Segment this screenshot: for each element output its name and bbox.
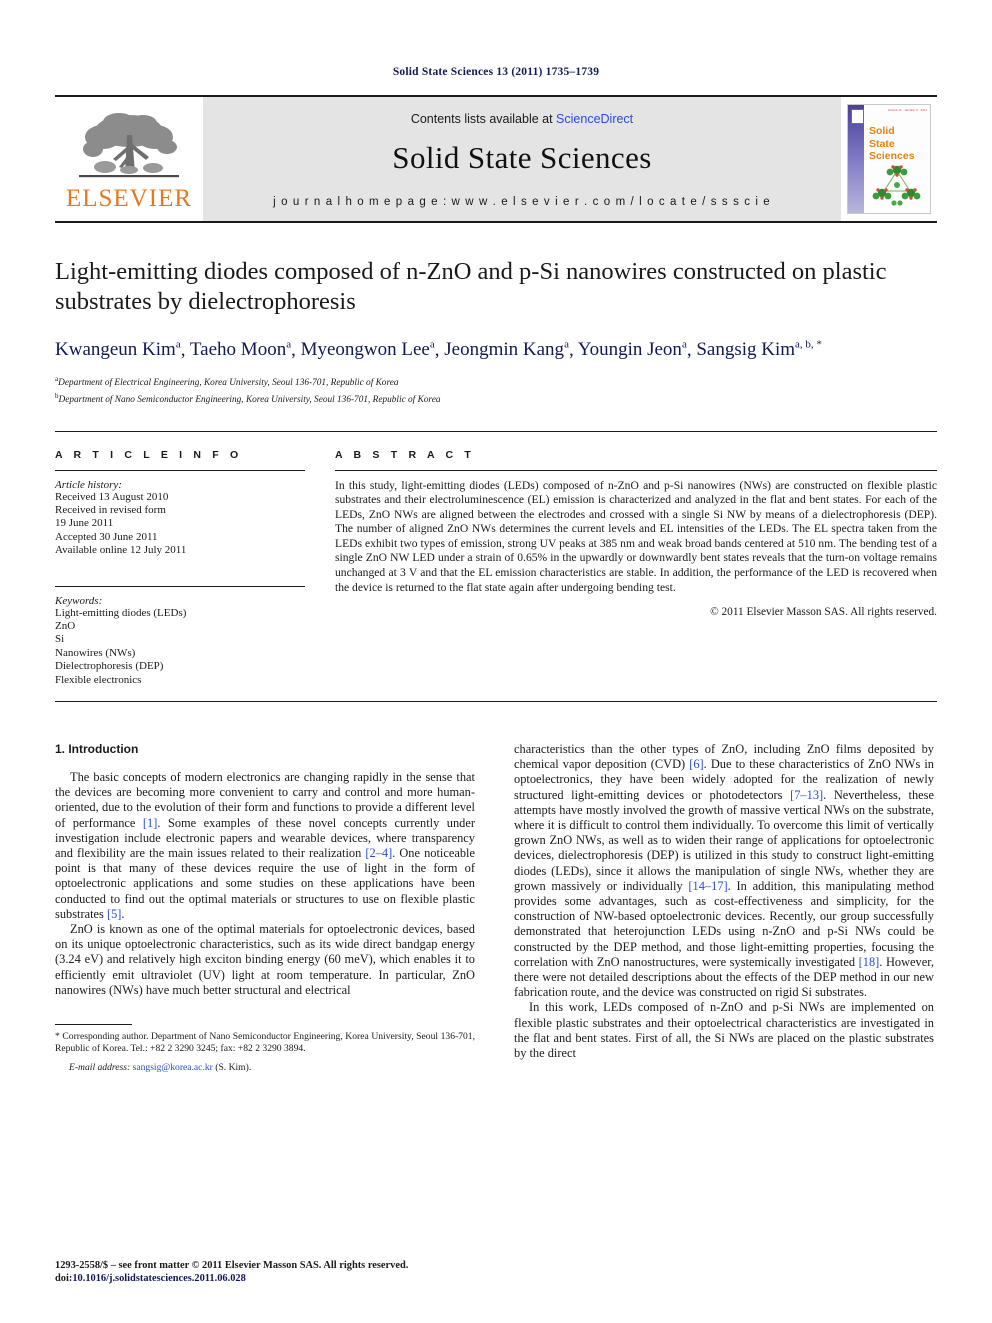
author-list: Kwangeun Kima, Taeho Moona, Myeongwon Le… [55, 339, 822, 361]
journal-title: Solid State Sciences [392, 140, 652, 175]
article-info-heading: A R T I C L E I N F O [55, 448, 243, 461]
abstract-text: In this study, light-emitting diodes (LE… [335, 478, 937, 594]
elsevier-logo: ELSEVIER [55, 97, 203, 221]
affiliation-a: aDepartment of Electrical Engineering, K… [55, 375, 399, 389]
info-abstract-band: A R T I C L E I N F O Article history: R… [55, 430, 937, 687]
cover-issue-tag: Volume 13 · Number 9 · 2011 [887, 109, 927, 112]
article-history-2: 19 June 2011 [55, 517, 114, 530]
abstract-bottom-rule [55, 700, 937, 702]
paragraph-right-1: characteristics than the other types of … [514, 741, 934, 1000]
contents-prefix: Contents lists available at [410, 112, 557, 126]
paragraph-right-2: In this work, LEDs composed of n-ZnO and… [514, 1000, 934, 1061]
footnote-rule [55, 1024, 132, 1026]
keywords-label: Keywords: [55, 594, 103, 607]
paragraph-left-1: The basic concepts of modern electronics… [55, 769, 475, 921]
footnote-block: * Corresponding author. Department of Na… [55, 1024, 475, 1073]
article-history-1: Received in revised form [55, 503, 166, 516]
journal-article-page: Solid State Sciences 13 (2011) 1735–1739 [0, 0, 992, 1323]
paragraph-left-2: ZnO is known as one of the optimal mater… [55, 922, 475, 997]
author-5: Sangsig Kima, b, * [696, 339, 822, 361]
journal-masthead: ELSEVIER Contents lists available at Sci… [55, 95, 937, 221]
journal-homepage-line[interactable]: j o u r n a l h o m e p a g e : w w w . … [273, 196, 771, 208]
email-note: E-mail address: sangsig@korea.ac.kr (S. … [55, 1062, 475, 1073]
article-history-0: Received 13 August 2010 [55, 490, 169, 503]
abstract-column: A B S T R A C T In this study, light-emi… [335, 449, 937, 687]
cover-title-line1: Solid [869, 125, 895, 137]
author-5-marks: a, b, * [795, 339, 822, 351]
contents-available-line: Contents lists available at ScienceDirec… [411, 112, 633, 126]
author-1: Taeho Moona [189, 339, 292, 361]
author-0-marks: a [175, 339, 181, 351]
journal-cover-thumbnail: Volume 13 · Number 9 · 2011 Solid State … [841, 97, 937, 221]
cover-title-line3: Sciences [869, 150, 915, 162]
keyword-5: Flexible electronics [55, 673, 142, 686]
corresponding-author-note: * Corresponding author. Department of Na… [55, 1031, 475, 1055]
author-4-marks: a [681, 339, 687, 351]
citation-18[interactable]: [18] [859, 955, 880, 969]
abstract-rule [335, 469, 937, 471]
citation-5[interactable]: [5] [107, 907, 121, 921]
elsevier-tree-icon [79, 113, 179, 178]
masthead-bottom-rule [55, 221, 937, 223]
body-right-column: characteristics than the other types of … [514, 742, 934, 1073]
doi-label: doi: [55, 1273, 73, 1284]
abstract-heading: A B S T R A C T [335, 448, 475, 461]
cover-title: Solid State Sciences [869, 125, 915, 163]
article-history-label: Article history: [55, 478, 122, 491]
citation-2-4[interactable]: [2–4] [365, 846, 392, 860]
keyword-1: ZnO [55, 619, 76, 632]
keywords-rule [55, 585, 305, 587]
body-left-column: 1. Introduction The basic concepts of mo… [55, 742, 475, 1073]
affiliation-b: bDepartment of Nano Semiconductor Engine… [55, 391, 441, 406]
doi-line: doi:10.1016/j.solidstatesciences.2011.06… [55, 1272, 485, 1285]
author-2-marks: a [429, 339, 435, 351]
page-title: Light-emitting diodes composed of n-ZnO … [55, 258, 887, 315]
article-info-rule [55, 469, 305, 471]
citation-7-13[interactable]: [7–13] [790, 788, 823, 802]
email-link[interactable]: sangsig@korea.ac.kr [133, 1062, 213, 1073]
article-info-column: A R T I C L E I N F O Article history: R… [55, 449, 305, 687]
masthead-center: Contents lists available at ScienceDirec… [203, 97, 841, 221]
author-0: Kwangeun Kima [55, 339, 181, 361]
issn-doi-footer: 1293-2558/$ – see front matter © 2011 El… [55, 1259, 485, 1285]
author-3-marks: a [564, 339, 569, 351]
article-history-3: Accepted 30 June 2011 [55, 530, 158, 543]
author-4: Youngin Jeona [577, 339, 687, 361]
keyword-4: Dielectrophoresis (DEP) [55, 660, 164, 673]
author-3: Jeongmin Kanga [444, 339, 569, 361]
cover-card: Volume 13 · Number 9 · 2011 Solid State … [847, 104, 931, 214]
email-suffix: (S. Kim). [215, 1062, 252, 1074]
abstract-copyright: © 2011 Elsevier Masson SAS. All rights r… [710, 606, 937, 619]
affiliation-list: aDepartment of Electrical Engineering, K… [55, 373, 937, 406]
article-history-4: Available online 12 July 2011 [55, 544, 187, 557]
author-2: Myeongwon Leea [300, 339, 435, 361]
doi-value[interactable]: 10.1016/j.solidstatesciences.2011.06.028 [72, 1273, 245, 1284]
citation-6[interactable]: [6] [689, 757, 703, 771]
keyword-2: Si [55, 633, 65, 646]
issn-line: 1293-2558/$ – see front matter © 2011 El… [55, 1260, 409, 1271]
cover-title-line2: State [869, 137, 895, 150]
cover-elsevier-mark-icon [851, 109, 864, 124]
email-label: E-mail address: [69, 1062, 131, 1074]
cover-molecule-illustration [872, 165, 921, 206]
author-1-marks: a [286, 339, 292, 351]
citation-14-17[interactable]: [14–17] [688, 879, 727, 893]
keyword-3: Nanowires (NWs) [55, 646, 136, 659]
keyword-0: Light-emitting diodes (LEDs) [55, 606, 187, 619]
elsevier-wordmark: ELSEVIER [65, 185, 193, 212]
running-head: Solid State Sciences 13 (2011) 1735–1739 [392, 66, 600, 78]
sciencedirect-link[interactable]: ScienceDirect [556, 112, 633, 126]
body-columns: 1. Introduction The basic concepts of mo… [55, 742, 937, 1073]
keywords-block: Keywords: Light-emitting diodes (LEDs) Z… [55, 585, 305, 687]
citation-1[interactable]: [1] [143, 816, 157, 830]
section-heading-introduction: 1. Introduction [55, 741, 139, 756]
